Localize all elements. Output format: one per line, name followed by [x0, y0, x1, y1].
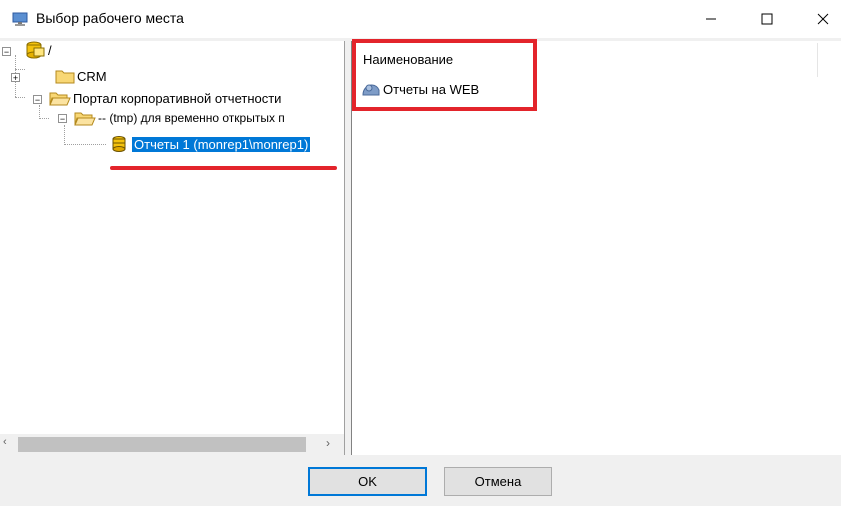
- scroll-left-icon[interactable]: ‹: [3, 436, 7, 448]
- annotation-underline: [110, 166, 337, 170]
- tree-node-portal[interactable]: Портал корпоративной отчетности: [49, 89, 283, 107]
- column-separator[interactable]: [817, 43, 818, 77]
- monitor-icon: [12, 12, 28, 26]
- collapse-toggle[interactable]: −: [58, 114, 67, 124]
- window-title: Выбор рабочего места: [36, 10, 184, 26]
- folder-open-icon: [49, 92, 71, 106]
- annotation-box: [352, 39, 537, 111]
- collapse-toggle[interactable]: −: [33, 95, 42, 105]
- maximize-icon: [761, 13, 773, 25]
- minimize-button[interactable]: [688, 0, 734, 38]
- horizontal-scrollbar[interactable]: ‹ ›: [0, 434, 344, 455]
- scroll-right-icon[interactable]: ›: [326, 436, 330, 450]
- database-root-icon: [26, 41, 45, 59]
- tree-node-label: Портал корпоративной отчетности: [73, 90, 282, 106]
- folder-icon: [55, 70, 75, 84]
- tree-node-tmp[interactable]: -- (tmp) для временно открытых п: [74, 109, 287, 127]
- tree-node-reports[interactable]: Отчеты 1 (monrep1\monrep1): [110, 135, 311, 153]
- title-bar: Выбор рабочего места: [0, 0, 841, 38]
- tree-node-label: Отчеты 1 (monrep1\monrep1): [132, 136, 311, 152]
- folder-open-icon: [74, 112, 96, 126]
- collapse-toggle[interactable]: −: [2, 47, 11, 57]
- close-icon: [817, 13, 829, 25]
- tree-line: [39, 105, 40, 117]
- tree-node-label: CRM: [77, 68, 107, 84]
- cancel-button[interactable]: Отмена: [444, 467, 552, 496]
- tree-line: [15, 97, 25, 98]
- tree-node-label: /: [48, 42, 52, 58]
- scrollbar-thumb[interactable]: [18, 437, 306, 452]
- database-icon: [112, 136, 126, 152]
- tree-line: [64, 125, 65, 145]
- tree-node-root[interactable]: /: [24, 41, 54, 59]
- minimize-icon: [706, 18, 716, 20]
- expand-toggle[interactable]: +: [11, 73, 20, 83]
- tree-node-label: -- (tmp) для временно открытых п: [98, 111, 285, 125]
- workspace-tree[interactable]: − / + CRM − Портал корпоративной отчетно…: [0, 41, 345, 455]
- tree-line: [15, 69, 25, 70]
- maximize-button[interactable]: [744, 0, 790, 38]
- close-button[interactable]: [800, 0, 841, 38]
- tree-line: [39, 118, 49, 119]
- ok-button[interactable]: OK: [308, 467, 427, 496]
- tree-line: [64, 144, 106, 145]
- tree-node-crm[interactable]: CRM: [55, 67, 109, 85]
